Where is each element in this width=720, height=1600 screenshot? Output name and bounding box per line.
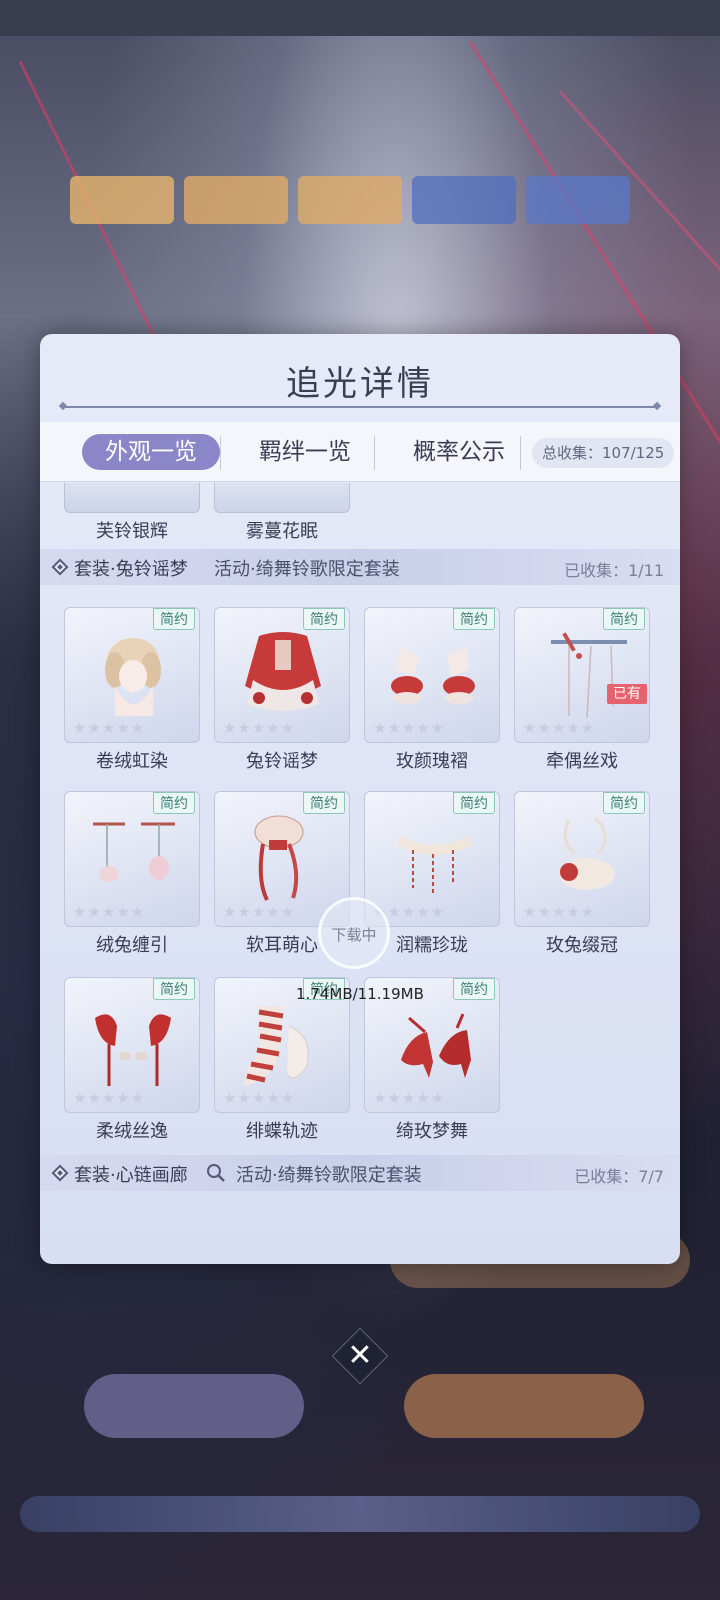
item-card[interactable]: 简约 ★★★★★ [514,791,650,927]
item-art [401,1013,471,1078]
item-art [551,632,627,719]
tab-divider [374,436,375,470]
star-rating: ★★★★★ [523,719,596,737]
item-art [105,638,161,716]
diamond-bullet-icon [51,1164,69,1182]
item-art [254,815,304,901]
star-rating: ★★★★★ [73,903,146,921]
item-name: 玫颜瑰褶 [396,751,468,772]
section-title: 套装·心链画廊 [74,1165,188,1186]
item-card[interactable]: 简约 ★★★★★ [364,791,500,927]
diamond-bullet-icon [51,558,69,576]
item-slot[interactable]: 简约 ★★★★★ 柔绒丝逸 [64,977,200,1147]
style-badge: 简约 [453,978,495,1000]
style-badge: 简约 [453,792,495,814]
section-source: 活动·绮舞铃歌限定套装 [214,559,400,580]
item-slot[interactable]: 简约 ★★★★★ 玫颜瑰褶 [364,607,500,777]
star-rating: ★★★★★ [223,719,296,737]
item-name: 芙铃银辉 [96,521,168,542]
panel-title: 追光详情 [286,364,434,404]
tab-bar: 外观一览 羁绊一览 概率公示 总收集：107/125 [40,422,680,482]
item-name: 绮玫梦舞 [396,1121,468,1142]
item-name: 牵偶丝戏 [546,751,618,772]
search-icon[interactable] [206,1163,226,1183]
tab-divider [520,436,521,470]
tab-bonds[interactable]: 羁绊一览 [236,434,374,470]
item-slot[interactable]: 简约 已有 ★★★★★ 牵偶丝戏 [514,607,650,777]
item-card[interactable]: 简约 ★★★★★ [64,607,200,743]
owned-badge: 已有 [607,684,647,704]
section-header: 套装·心链画廊 活动·绮舞铃歌限定套装 已收集：7/7 [40,1155,680,1191]
style-badge: 简约 [153,792,195,814]
style-badge: 简约 [153,608,195,630]
item-card[interactable]: 简约 ★★★★★ [64,977,200,1113]
star-rating: ★★★★★ [373,719,446,737]
title-divider [64,406,656,408]
item-card[interactable] [214,483,350,513]
item-slot[interactable]: 简约 ★★★★★ 玫兔缀冠 [514,791,650,961]
style-badge: 简约 [303,792,345,814]
item-card[interactable] [64,483,200,513]
item-art [95,1014,171,1086]
star-rating: ★★★★★ [523,903,596,921]
download-size: 1.74MB/11.19MB [296,985,424,1003]
tab-divider [220,436,221,470]
item-art [93,822,175,882]
item-name: 雾蔓花眠 [246,521,318,542]
star-rating: ★★★★★ [73,719,146,737]
style-badge: 简约 [453,608,495,630]
item-art [396,835,474,896]
item-name: 卷绒虹染 [96,751,168,772]
item-card[interactable]: 简约 ★★★★★ [364,607,500,743]
item-name: 兔铃谣梦 [246,751,318,772]
tab-probability[interactable]: 概率公示 [390,434,528,470]
item-slot[interactable]: 简约 ★★★★★ 绒兔缠引 [64,791,200,961]
close-icon: ✕ [347,1338,373,1373]
item-slot[interactable]: 简约 ★★★★★ 兔铃谣梦 [214,607,350,777]
detail-panel: 追光详情 外观一览 羁绊一览 概率公示 总收集：107/125 芙铃银辉 雾蔓花… [40,334,680,1264]
item-name: 绒兔缠引 [96,935,168,956]
section-collected: 已收集：7/7 [574,1167,664,1186]
section-source: 活动·绮舞铃歌限定套装 [236,1165,422,1186]
section-collected: 已收集：1/11 [564,561,664,580]
item-art [245,632,321,711]
total-collection: 总收集：107/125 [532,438,675,468]
close-button[interactable]: ✕ [332,1328,388,1384]
style-badge: 简约 [153,978,195,1000]
item-name: 玫兔缀冠 [546,935,618,956]
tab-appearance[interactable]: 外观一览 [82,434,220,470]
items-scroll-area[interactable]: 芙铃银辉 雾蔓花眠 套装·兔铃谣梦 活动·绮舞铃歌限定套装 已收集：1/11 简… [40,483,680,1264]
star-rating: ★★★★★ [223,903,296,921]
item-art [243,1006,309,1086]
item-art [559,816,615,890]
star-rating: ★★★★★ [223,1089,296,1107]
star-rating: ★★★★★ [373,1089,446,1107]
item-art [391,646,475,704]
star-rating: ★★★★★ [73,1089,146,1107]
style-badge: 简约 [603,792,645,814]
style-badge: 简约 [603,608,645,630]
item-card[interactable]: 简约 ★★★★★ [214,607,350,743]
section-title: 套装·兔铃谣梦 [74,559,188,580]
item-card[interactable]: 简约 ★★★★★ [64,791,200,927]
download-progress-indicator: 下载中 [318,897,390,969]
download-status: 下载中 [331,926,377,944]
item-name: 绯蝶轨迹 [246,1121,318,1142]
item-card[interactable]: 简约 已有 ★★★★★ [514,607,650,743]
item-slot[interactable]: 简约 ★★★★★ 卷绒虹染 [64,607,200,777]
style-badge: 简约 [303,608,345,630]
item-name: 柔绒丝逸 [96,1121,168,1142]
section-header: 套装·兔铃谣梦 活动·绮舞铃歌限定套装 已收集：1/11 [40,549,680,585]
